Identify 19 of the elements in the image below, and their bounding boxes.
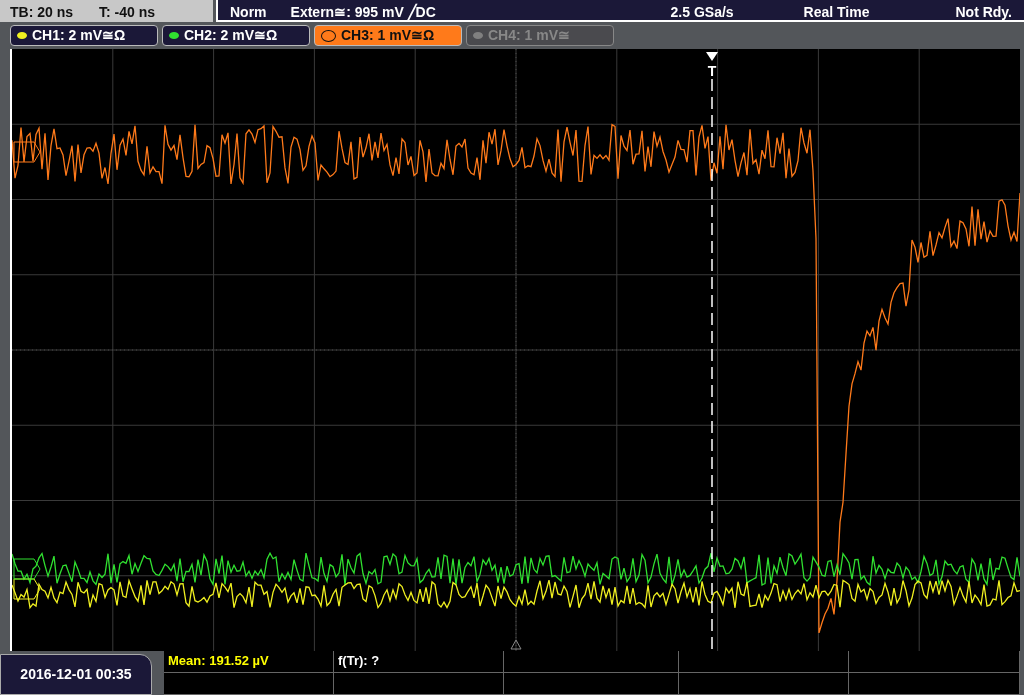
sample-rate-label: 2.5 GSa/s	[670, 3, 734, 18]
status-label: Not Rdy.	[955, 3, 1012, 18]
channel-tab[interactable]: CH2: 2 mV≅Ω	[162, 25, 310, 46]
measurement-cell: f(Tr): ?	[334, 651, 504, 673]
trigger-label: T	[707, 63, 717, 79]
trigger-marker-icon	[706, 52, 718, 61]
channel-marker-icon	[13, 558, 41, 580]
date-time: 2016-12-01 00:35	[0, 654, 152, 695]
channel-marker-icon	[13, 141, 41, 163]
trigger-source-label: Extern≅: 995 mV ╱DC	[290, 2, 436, 18]
channel-marker-icon	[13, 578, 41, 600]
trigger-mode-label: Norm	[230, 3, 267, 18]
measurement-cell: Mean: 191.52 µV	[164, 651, 334, 673]
channel-tab[interactable]: CH1: 2 mV≅Ω	[10, 25, 158, 46]
trigger-offset-label: T: -40 ns	[99, 3, 156, 20]
timebase-label: TB: 20 ns	[10, 3, 73, 20]
acquisition-mode-label: Real Time	[803, 3, 870, 18]
position-marker-icon	[510, 639, 522, 650]
channel-tab[interactable]: CH3: 1 mV≅Ω	[314, 25, 462, 46]
